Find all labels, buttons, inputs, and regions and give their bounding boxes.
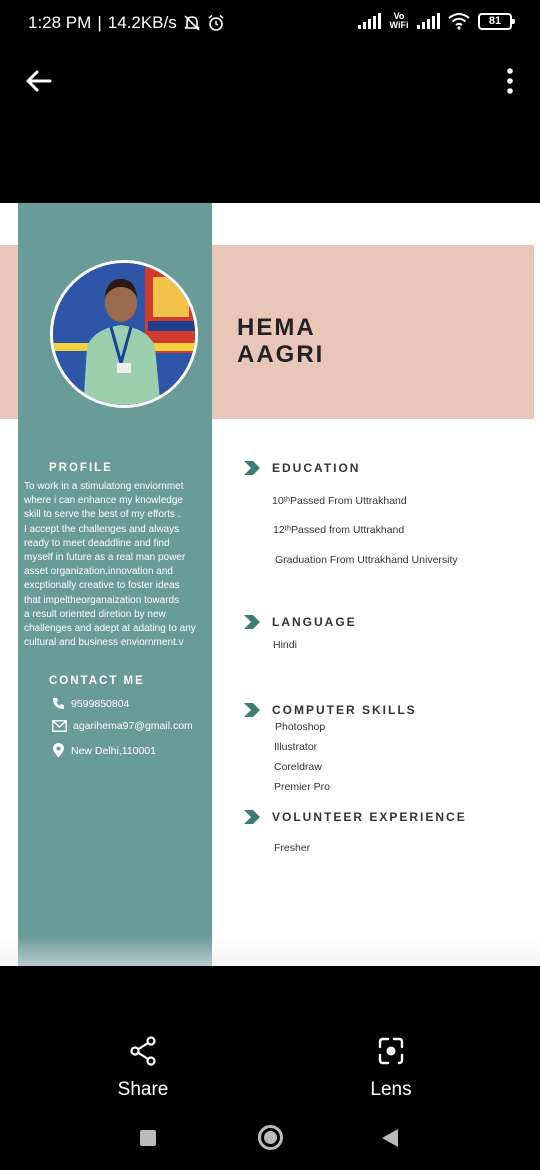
- profile-line: myself in future as a real man power: [24, 552, 186, 564]
- skill-item: Illustrator: [274, 741, 318, 753]
- skill-item: Photoshop: [275, 721, 326, 733]
- person-photo-icon: [53, 263, 195, 405]
- home-button[interactable]: [258, 1125, 283, 1150]
- skill-item: Coreldraw: [274, 761, 322, 773]
- alarm-icon: [208, 14, 224, 31]
- contact-address: New Delhi,110001: [52, 743, 156, 758]
- resume-name: HEMA AAGRI: [237, 314, 324, 368]
- profile-line: excptionally creative to foster ideas: [24, 580, 180, 592]
- education-title: EDUCATION: [272, 461, 361, 475]
- language-item: Hindi: [273, 639, 297, 651]
- education-item: Graduation From Uttrakhand University: [275, 554, 458, 566]
- vowifi-indicator: Vo WiFi: [389, 11, 409, 30]
- resume-image[interactable]: HEMA AAGRI PROFILE To work in a stimulat…: [0, 203, 540, 966]
- share-icon: [130, 1036, 156, 1066]
- status-bar: 1:28 PM | 14.2KB/s Vo WiFi 81: [0, 0, 540, 46]
- volunteer-item: Fresher: [274, 842, 311, 854]
- volunteer-heading: VOLUNTEER EXPERIENCE: [244, 810, 467, 824]
- profile-line: I accept the challenges and always: [24, 523, 180, 535]
- lens-label: Lens: [370, 1079, 412, 1100]
- battery-icon: 81: [478, 12, 515, 30]
- lens-icon: [378, 1037, 404, 1065]
- more-options-icon[interactable]: [500, 64, 520, 98]
- skills-title: COMPUTER SKILLS: [272, 703, 417, 717]
- phone-icon: [53, 698, 64, 709]
- resume-fade: [0, 936, 540, 966]
- recents-button[interactable]: [140, 1130, 156, 1146]
- back-arrow-icon[interactable]: [22, 64, 56, 98]
- status-left: 1:28 PM | 14.2KB/s: [28, 13, 225, 33]
- skills-heading: COMPUTER SKILLS: [244, 703, 417, 717]
- profile-line: cultural and business enviornment.v: [24, 637, 184, 649]
- education-item: 10ᵗʰPassed From Uttrakhand: [272, 495, 407, 507]
- profile-line: To work in a stimulatong enviornmet: [24, 481, 184, 492]
- skill-item: Premier Pro: [274, 781, 331, 793]
- profile-line: where i can enhance my knowledge: [24, 495, 183, 507]
- lens-button[interactable]: Lens: [341, 1036, 441, 1101]
- chevron-right-icon: [244, 461, 260, 475]
- address-text: New Delhi,110001: [71, 744, 157, 757]
- language-title: LANGUAGE: [272, 615, 357, 629]
- profile-line: a result oriented diretion by new: [24, 608, 166, 620]
- contact-phone: 9599850804: [52, 697, 129, 710]
- chevron-right-icon: [244, 615, 260, 629]
- mute-bell-icon: [184, 15, 200, 31]
- profile-heading: PROFILE: [49, 462, 113, 474]
- profile-line: challenges and adept at adating to any: [24, 623, 196, 635]
- signal-icon: [358, 13, 381, 29]
- profile-text: To work in a stimulatong enviornmet wher…: [24, 480, 209, 650]
- share-label: Share: [117, 1079, 169, 1100]
- last-name: AAGRI: [237, 341, 325, 368]
- language-heading: LANGUAGE: [244, 615, 357, 629]
- profile-photo: [50, 260, 198, 408]
- chevron-right-icon: [244, 703, 260, 717]
- location-pin-icon: [53, 743, 64, 758]
- volunteer-title: VOLUNTEER EXPERIENCE: [272, 810, 467, 824]
- wifi-icon: [448, 13, 470, 30]
- status-separator: |: [97, 13, 102, 32]
- profile-line: skill to serve the best of my efforts .: [24, 509, 181, 521]
- share-button[interactable]: Share: [93, 1036, 193, 1101]
- email-address: agarihema97@gmail.com: [73, 720, 193, 732]
- contact-email: agarihema97@gmail.com: [52, 720, 193, 732]
- profile-line: that impeltheorganaization towards: [24, 594, 180, 606]
- education-item: 12ᵗʰPassed from Uttrakhand: [273, 524, 405, 536]
- profile-line: ready to meet deaddline and find: [24, 537, 170, 549]
- top-app-bar: [0, 46, 540, 118]
- signal-icon-2: [417, 13, 440, 29]
- phone-number: 9599850804: [71, 697, 130, 710]
- mail-icon: [52, 720, 67, 732]
- chevron-right-icon: [244, 810, 260, 824]
- status-right: Vo WiFi 81: [358, 11, 515, 30]
- education-heading: EDUCATION: [244, 461, 360, 475]
- contact-heading: CONTACT ME: [49, 675, 145, 687]
- status-speed: 14.2KB/s: [107, 13, 177, 32]
- first-name: HEMA: [237, 314, 316, 341]
- profile-line: asset organization,innovation and: [24, 566, 173, 578]
- status-time: 1:28 PM: [28, 13, 92, 32]
- back-button[interactable]: [382, 1129, 398, 1147]
- system-nav-bar: [0, 1110, 540, 1170]
